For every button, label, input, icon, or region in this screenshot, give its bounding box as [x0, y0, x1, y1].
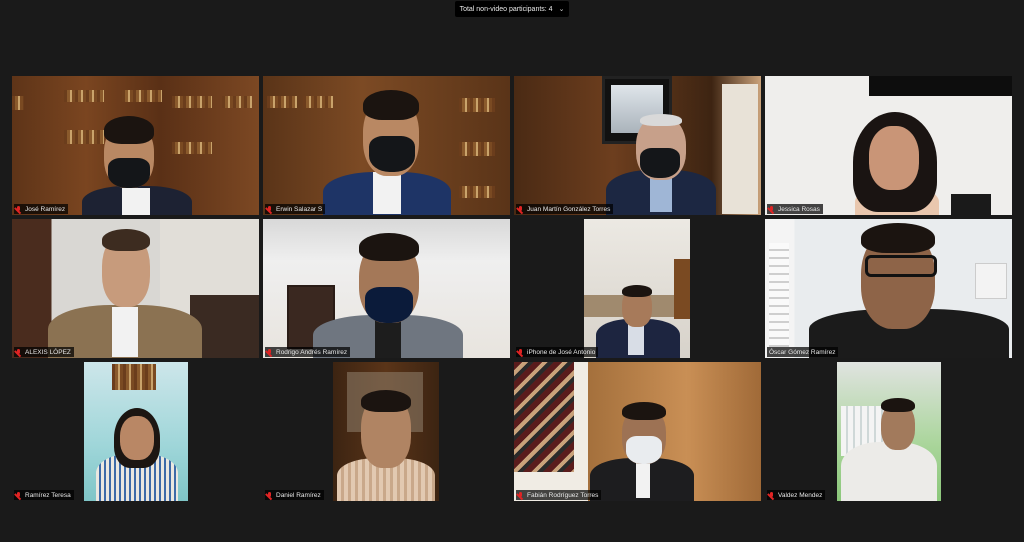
mic-muted-icon — [769, 491, 775, 499]
video-feed — [263, 76, 510, 215]
mic-muted-icon — [267, 491, 273, 499]
video-tile[interactable]: Ramírez Teresa — [12, 362, 259, 501]
video-feed — [765, 76, 1012, 215]
video-tile[interactable]: ALEXIS LÓPEZ — [12, 219, 259, 358]
participant-name-tag: iPhone de José Antonio — [516, 347, 599, 357]
video-feed — [12, 76, 259, 215]
view-label: Total non-video participants: 4 — [459, 5, 553, 13]
participant-name-tag: Valdez Mendez — [767, 490, 826, 500]
video-feed — [333, 362, 439, 501]
video-feed — [584, 219, 690, 358]
video-tile[interactable]: iPhone de José Antonio — [514, 219, 761, 358]
video-feed — [514, 362, 761, 501]
video-feed — [12, 219, 259, 358]
video-feed — [837, 362, 941, 501]
participant-name-tag: Rodrigo Andrés Ramírez — [265, 347, 351, 357]
video-tile-active-speaker[interactable]: Óscar Gómez Ramírez — [765, 219, 1012, 358]
video-tile[interactable]: Erwin Salazar S — [263, 76, 510, 215]
participant-name-tag: Ramírez Teresa — [14, 490, 74, 500]
chevron-down-icon: ⌄ — [558, 6, 565, 13]
participant-name-tag: Daniel Ramírez — [265, 490, 324, 500]
participant-name-tag: Juan Martín González Torres — [516, 204, 614, 214]
participant-name-tag: ALEXIS LÓPEZ — [14, 347, 74, 357]
mic-muted-icon — [518, 348, 524, 356]
video-feed — [263, 219, 510, 358]
video-tile[interactable]: Rodrigo Andrés Ramírez — [263, 219, 510, 358]
mic-muted-icon — [16, 348, 22, 356]
mic-muted-icon — [267, 348, 273, 356]
participant-name-tag: José Ramírez — [14, 204, 69, 214]
participant-name-tag: Jessica Rosas — [767, 204, 823, 214]
video-tile[interactable]: José Ramírez — [12, 76, 259, 215]
video-tile[interactable]: Daniel Ramírez — [263, 362, 510, 501]
video-feed — [765, 219, 1012, 358]
participant-name-tag: Óscar Gómez Ramírez — [767, 347, 839, 357]
video-tile[interactable]: Jessica Rosas — [765, 76, 1012, 215]
participant-name-tag: Fabián Rodríguez Torres — [516, 490, 602, 500]
mic-muted-icon — [769, 205, 775, 213]
participant-name-tag: Erwin Salazar S — [265, 204, 326, 214]
video-tile[interactable]: Valdez Mendez — [765, 362, 1012, 501]
gallery-view-dropdown[interactable]: Total non-video participants: 4 ⌄ — [455, 1, 569, 17]
video-feed — [514, 76, 761, 215]
video-tile[interactable]: Juan Martín González Torres — [514, 76, 761, 215]
mic-muted-icon — [16, 491, 22, 499]
mic-muted-icon — [518, 491, 524, 499]
video-feed — [84, 362, 188, 501]
video-tile[interactable]: Fabián Rodríguez Torres — [514, 362, 761, 501]
mic-muted-icon — [267, 205, 273, 213]
mic-muted-icon — [16, 205, 22, 213]
mic-muted-icon — [518, 205, 524, 213]
